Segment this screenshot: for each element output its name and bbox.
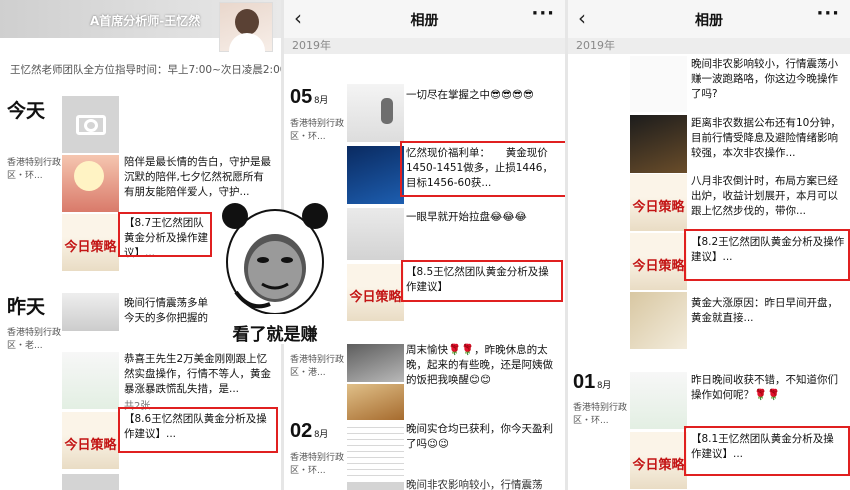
post-thumbnail[interactable]: 今日策略 [630, 233, 687, 290]
nav-title: 相册 [410, 13, 439, 29]
post-location: 香港特别行政区・港... [290, 355, 345, 378]
post-text[interactable]: 晚间行情震荡多单今天的多你把握的 [124, 296, 216, 326]
post-thumbnail[interactable] [62, 474, 119, 490]
highlight-box [684, 426, 850, 476]
post-thumbnail[interactable] [630, 292, 687, 349]
post-text[interactable]: 周末愉快🌹🌹，昨晚休息的太晚，起来的有些晚，还是阿姨做的饭把我唤醒😊😊 [406, 343, 558, 389]
post-thumbnail[interactable] [347, 384, 404, 420]
post-thumbnail[interactable] [62, 293, 119, 331]
section-today: 今天 [7, 100, 46, 122]
post-date: 01 8月 [573, 371, 612, 393]
post-thumbnail[interactable]: 今日策略 [630, 432, 687, 489]
post-text[interactable]: 晚间非农影响较小，行情震荡 [406, 478, 556, 490]
post-thumbnail[interactable]: 今日策略 [62, 214, 119, 271]
nav-bar: ‹ 相册 ··· [568, 0, 850, 38]
post-text[interactable]: 距离非农数据公布还有10分钟，目前行情受降息及避险情绪影响较强，本次非农操作..… [691, 116, 843, 162]
post-thumbnail[interactable] [347, 344, 404, 382]
post-location: 香港特别行政区・老... [7, 328, 62, 351]
highlight-box [118, 407, 278, 453]
post-thumbnail[interactable] [630, 372, 687, 429]
post-text[interactable]: 昨日晚间收获不错，不知道你们操作如何呢？🌹🌹 [691, 373, 843, 405]
post-location: 香港特别行政区・环... [573, 403, 628, 426]
year-header: 2019年 [568, 38, 850, 54]
post-thumbnail[interactable]: 今日策略 [347, 264, 404, 321]
post-thumbnail[interactable] [347, 422, 404, 479]
post-thumbnail[interactable]: 今日策略 [62, 412, 119, 469]
post-location: 香港特别行政区・环... [290, 453, 345, 476]
post-thumbnail[interactable]: 今日策略 [630, 174, 687, 231]
highlight-box [118, 212, 212, 257]
post-thumbnail[interactable] [62, 352, 119, 409]
post-text[interactable]: 晚间非农影响较小，行情震荡小赚一波跑路咯，你这边今晚操作了吗? [691, 57, 841, 103]
post-date: 02 8月 [290, 420, 329, 442]
post-thumbnail[interactable] [630, 115, 687, 173]
sticker-caption: 看了就是赚 [232, 325, 318, 345]
post-thumbnail[interactable] [347, 482, 404, 490]
profile-tagline: 王忆然老师团队全方位指导时间：早上7:00~次日凌晨2:00 [10, 64, 281, 76]
post-text[interactable]: 晚间实仓均已获利，你今天盈利了吗😉😉 [406, 422, 556, 454]
post-thumbnail[interactable] [347, 84, 404, 142]
screenshot-collage: A首席分析师-王忆然 王忆然老师团队全方位指导时间：早上7:00~次日凌晨2:0… [0, 0, 850, 490]
nav-title: 相册 [695, 13, 723, 29]
post-text[interactable]: 陪伴是最长情的告白，守护是最沉默的陪伴,七夕忆然祝愿所有有朋友能陪伴爱人，守护.… [124, 155, 274, 201]
more-icon[interactable]: ··· [816, 3, 840, 24]
post-thumbnail[interactable] [347, 208, 404, 260]
highlight-box [401, 260, 563, 302]
post-text[interactable]: 八月非农倒计时，布局方案已经出炉，收益计划展开，本月可以跟上忆然步伐的，带你..… [691, 174, 843, 220]
section-yesterday: 昨天 [7, 296, 46, 318]
profile-name: A首席分析师-王忆然 [90, 14, 201, 28]
post-location: 香港特别行政区・环... [290, 119, 345, 142]
post-thumbnail[interactable] [347, 146, 404, 204]
post-date: 05 8月 [290, 86, 329, 108]
highlight-box [400, 141, 565, 197]
post-text[interactable]: 黄金大涨原因：昨日早间开盘，黄金就直接... [691, 296, 843, 328]
post-text[interactable]: 一切尽在掌握之中😎😎😎😎 [406, 88, 556, 104]
panda-meme-sticker: 看了就是赚 [222, 200, 328, 348]
highlight-box [684, 229, 850, 281]
profile-avatar[interactable] [219, 2, 273, 53]
post-text[interactable]: 一眼早就开始拉盘😂😂😂 [406, 210, 556, 226]
nav-bar: ‹ 相册 ··· [284, 0, 565, 38]
post-thumbnail[interactable] [62, 155, 119, 212]
post-thumbnail[interactable] [630, 56, 687, 112]
camera-post-button[interactable] [62, 96, 119, 153]
more-icon[interactable]: ··· [531, 3, 555, 24]
post-location: 香港特别行政区・环... [7, 158, 62, 181]
album-panel: ‹ 相册 ··· 2019年 晚间非农影响较小，行情震荡小赚一波跑路咯，你这边今… [568, 0, 850, 490]
post-text[interactable]: 恭喜王先生2万美金刚刚跟上忆然实盘操作，行情不等人，黄金暴涨暴跌慌乱失措，是..… [124, 352, 274, 398]
year-header: 2019年 [284, 38, 565, 54]
